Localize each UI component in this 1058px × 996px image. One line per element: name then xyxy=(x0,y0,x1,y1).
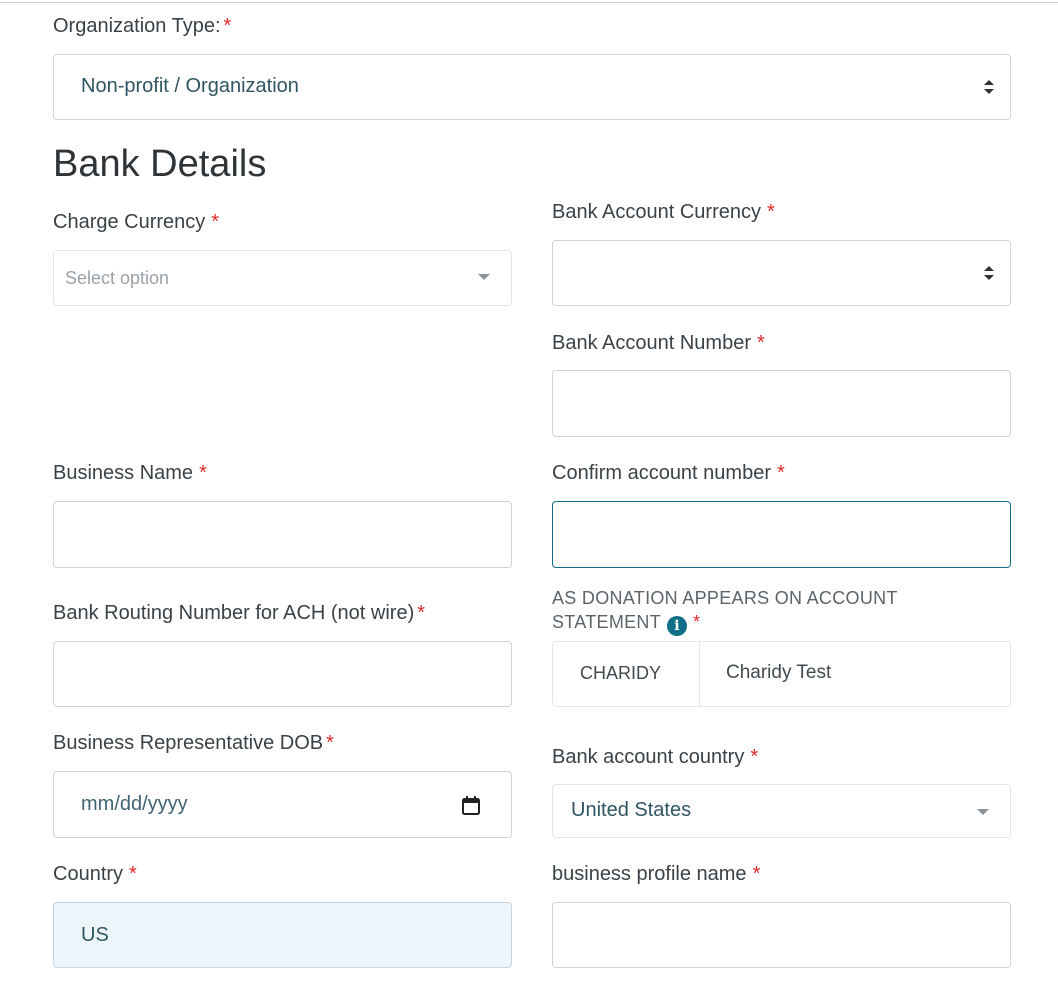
dob-label: Business Representative DOB * xyxy=(53,731,334,755)
required-marker: * xyxy=(326,732,334,754)
descriptor-label-line2: STATEMENT xyxy=(552,612,662,632)
charge-currency-placeholder: Select option xyxy=(65,268,170,288)
descriptor-input[interactable]: Charidy Test xyxy=(700,642,1010,706)
bank-country-label: Bank account country * xyxy=(552,745,758,769)
required-marker: * xyxy=(417,602,426,624)
charge-currency-select[interactable]: Select option xyxy=(53,250,512,306)
profile-name-label: business profile name * xyxy=(552,862,760,886)
country-label: Country * xyxy=(53,862,137,886)
chevron-down-icon xyxy=(478,274,490,280)
org-type-select[interactable]: Non-profit / Organization xyxy=(53,54,1011,120)
required-marker: * xyxy=(776,462,785,484)
required-marker: * xyxy=(767,201,775,223)
descriptor-label: AS DONATION APPEARS ON ACCOUNT STATEMENT… xyxy=(552,586,898,636)
charge-currency-label-text: Charge Currency xyxy=(53,211,206,233)
country-label-text: Country xyxy=(53,863,124,885)
calendar-icon[interactable] xyxy=(462,796,480,815)
business-name-label: Business Name * xyxy=(53,461,207,485)
descriptor-label-line1: AS DONATION APPEARS ON ACCOUNT xyxy=(552,588,898,608)
descriptor-label-line2-row: STATEMENT i * xyxy=(552,610,898,636)
bank-country-value: United States xyxy=(571,799,692,821)
descriptor-value: Charidy Test xyxy=(726,662,832,683)
charge-currency-label: Charge Currency * xyxy=(53,210,219,234)
bank-country-label-text: Bank account country xyxy=(552,746,745,768)
required-marker: * xyxy=(693,612,701,632)
descriptor-prefix: CHARIDY xyxy=(580,663,662,683)
account-currency-select[interactable] xyxy=(552,240,1011,306)
business-name-label-text: Business Name xyxy=(53,462,194,484)
org-type-label-text: Organization Type: xyxy=(53,15,221,37)
descriptor-prefix-addon: CHARIDY xyxy=(553,642,700,706)
required-marker: * xyxy=(750,746,759,768)
dob-input[interactable]: mm/dd/yyyy xyxy=(53,771,512,838)
required-marker: * xyxy=(199,462,207,484)
required-marker: * xyxy=(752,863,761,885)
dob-label-text: Business Representative DOB xyxy=(53,732,324,754)
top-divider xyxy=(0,2,1058,3)
info-icon[interactable]: i xyxy=(667,616,688,636)
select-arrows-icon xyxy=(984,266,994,280)
country-value: US xyxy=(81,924,109,946)
bank-country-select[interactable]: United States xyxy=(552,784,1011,838)
org-type-label: Organization Type: * xyxy=(53,14,231,38)
routing-label: Bank Routing Number for ACH (not wire) * xyxy=(53,601,425,625)
business-name-input[interactable] xyxy=(53,501,512,568)
account-number-label-text: Bank Account Number xyxy=(552,332,751,354)
account-number-label: Bank Account Number * xyxy=(552,331,765,355)
required-marker: * xyxy=(223,15,232,37)
account-currency-label-text: Bank Account Currency xyxy=(552,201,761,223)
confirm-account-input[interactable] xyxy=(552,501,1011,568)
confirm-account-label: Confirm account number * xyxy=(552,461,785,485)
profile-name-label-text: business profile name xyxy=(552,863,747,885)
confirm-account-label-text: Confirm account number xyxy=(552,462,771,484)
bank-details-heading: Bank Details xyxy=(53,143,267,185)
descriptor-group: CHARIDY Charidy Test xyxy=(552,641,1011,707)
routing-label-text: Bank Routing Number for ACH (not wire) xyxy=(53,602,415,624)
dob-placeholder: mm/dd/yyyy xyxy=(81,793,188,815)
required-marker: * xyxy=(757,332,765,354)
org-type-value: Non-profit / Organization xyxy=(81,75,299,97)
required-marker: * xyxy=(211,211,220,233)
select-arrows-icon xyxy=(984,80,994,94)
chevron-down-icon xyxy=(977,809,989,815)
country-input[interactable]: US xyxy=(53,902,512,968)
account-currency-label: Bank Account Currency * xyxy=(552,200,775,224)
routing-input[interactable] xyxy=(53,641,512,707)
profile-name-input[interactable] xyxy=(552,902,1011,968)
required-marker: * xyxy=(129,863,137,885)
account-number-input[interactable] xyxy=(552,370,1011,437)
